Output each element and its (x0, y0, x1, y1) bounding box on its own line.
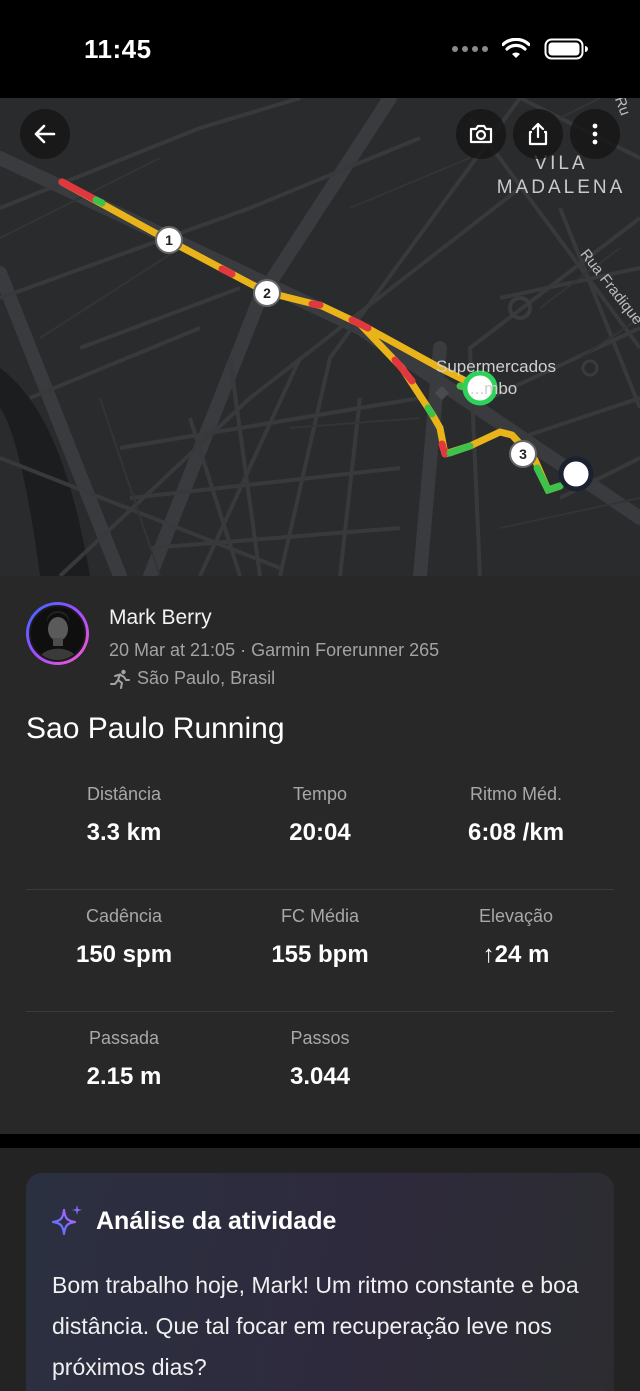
analysis-title: Análise da atividade (96, 1207, 337, 1235)
km-marker-2[interactable]: 2 (253, 279, 281, 307)
activity-title: Sao Paulo Running (26, 712, 285, 745)
analysis-text: Bom trabalho hoje, Mark! Um ritmo consta… (52, 1272, 579, 1380)
wifi-icon (502, 38, 530, 58)
more-vertical-icon (592, 123, 598, 145)
stat-value: 6:08 /km (467, 819, 565, 846)
poi-line1: Supermercados (436, 357, 557, 376)
stat-value: 20:04 (289, 819, 351, 846)
route-map[interactable]: 1 2 3 VILA MADALENA Rua Fradique C Ru Su… (0, 98, 640, 576)
status-time: 11:45 (84, 34, 152, 64)
stat-value: 3.3 km (86, 819, 162, 846)
avatar-photo (29, 605, 86, 662)
camera-button[interactable] (456, 109, 506, 159)
stat-cadence: Cadência 150 spm (26, 906, 222, 969)
user-name[interactable]: Mark Berry (109, 606, 212, 630)
stat-distance: Distância 3.3 km (26, 784, 222, 847)
neighborhood-label: VILA MADALENA (486, 152, 636, 200)
location-text: São Paulo, Brasil (137, 668, 276, 688)
signal-dots-icon (452, 46, 488, 52)
stat-label: Passada (88, 1028, 160, 1048)
activity-meta: 20 Mar at 21:05 · Garmin Forerunner 265 (109, 640, 440, 660)
stat-label: Cadência (85, 906, 163, 926)
stat-value: 155 bpm (271, 941, 369, 968)
status-bar: 11:45 (0, 0, 640, 98)
stats-grid: Distância 3.3 km Tempo 20:04 Ritmo Méd. … (26, 768, 614, 1134)
stat-value: 3.044 (289, 1063, 351, 1090)
camera-icon (469, 124, 493, 144)
stat-label: Tempo (292, 784, 348, 804)
stat-label: FC Média (280, 906, 360, 926)
activity-card: Mark Berry 20 Mar at 21:05 · Garmin Fore… (0, 576, 640, 1134)
stat-value: 150 spm (75, 941, 173, 968)
km-marker-3[interactable]: 3 (509, 440, 537, 468)
stat-label: Ritmo Méd. (469, 784, 563, 804)
stat-label: Elevação (478, 906, 554, 926)
neighborhood-line2: MADALENA (496, 177, 626, 198)
route-end-marker (558, 456, 594, 492)
battery-icon (544, 38, 588, 60)
stats-row: Passada 2.15 m Passos 3.044 (26, 1012, 614, 1134)
status-icons (452, 38, 588, 60)
stat-value: ↑24 m (482, 941, 550, 968)
stats-row: Cadência 150 spm FC Média 155 bpm Elevaç… (26, 890, 614, 1012)
share-icon (528, 122, 548, 146)
arrow-left-icon (34, 124, 56, 144)
share-button[interactable] (513, 109, 563, 159)
stat-avg-pace: Ritmo Méd. 6:08 /km (418, 784, 614, 847)
poi-line2: ...mbo (470, 379, 518, 398)
neighborhood-line1: VILA (534, 153, 588, 174)
stat-avg-heart-rate: FC Média 155 bpm (222, 906, 418, 969)
stat-steps: Passos 3.044 (222, 1028, 418, 1091)
analysis-card[interactable]: Análise da atividade Bom trabalho hoje, … (26, 1173, 614, 1391)
stat-stride: Passada 2.15 m (26, 1028, 222, 1091)
avatar[interactable] (26, 602, 89, 665)
back-button[interactable] (20, 109, 70, 159)
sparkle-icon (51, 1205, 82, 1236)
running-icon (110, 669, 130, 689)
stats-row: Distância 3.3 km Tempo 20:04 Ritmo Méd. … (26, 768, 614, 890)
more-options-button[interactable] (570, 109, 620, 159)
location-line: São Paulo, Brasil (109, 668, 275, 689)
poi-label: Supermercados ...mbo (436, 356, 556, 400)
km-marker-1[interactable]: 1 (155, 226, 183, 254)
stat-time: Tempo 20:04 (222, 784, 418, 847)
stat-label: Passos (290, 1028, 350, 1048)
stat-elevation: Elevação ↑24 m (418, 906, 614, 969)
stat-label: Distância (86, 784, 162, 804)
stat-value: 2.15 m (86, 1063, 162, 1090)
